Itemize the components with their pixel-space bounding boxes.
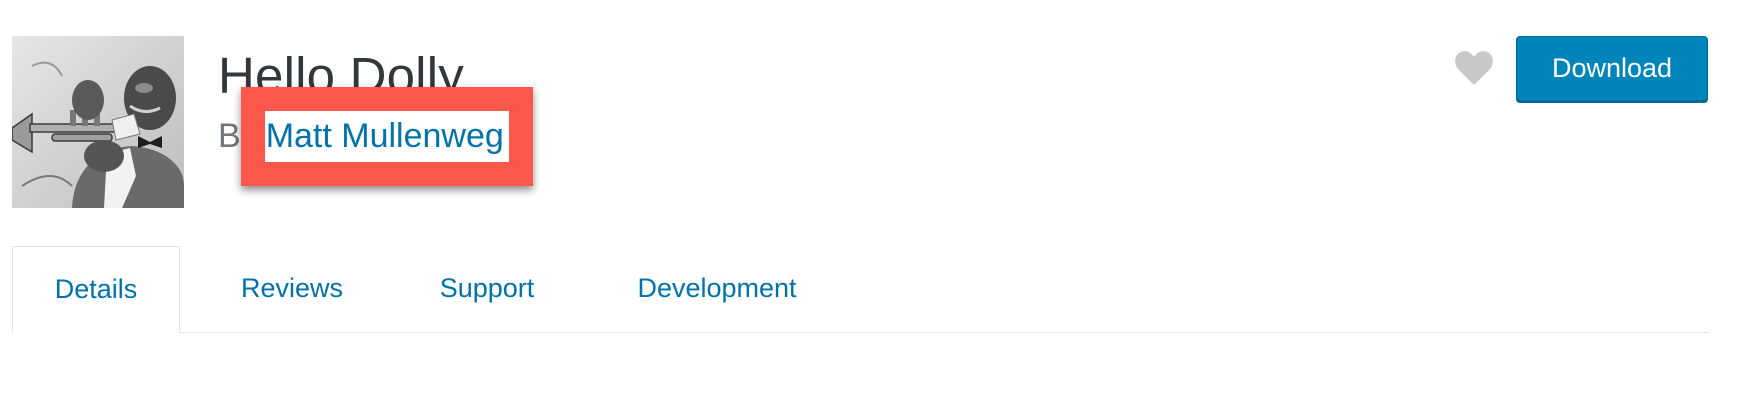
tab-details[interactable]: Details [12,246,180,333]
author-link[interactable]: Matt Mullenweg [266,117,504,155]
plugin-title: Hello Dolly [218,47,464,104]
heart-icon [1455,51,1493,85]
tab-support[interactable]: Support [412,246,562,332]
tab-development[interactable]: Development [612,246,822,332]
download-button[interactable]: Download [1516,36,1708,101]
favorite-button[interactable] [1454,50,1494,86]
byline-prefix: By [218,117,258,155]
trumpet-player-portrait-image [12,36,184,208]
plugin-byline: By Matt Mullenweg [218,110,504,162]
plugin-tabs: Details Reviews Support Development [12,246,1708,333]
tab-reviews[interactable]: Reviews [222,246,362,332]
plugin-icon [12,36,184,208]
